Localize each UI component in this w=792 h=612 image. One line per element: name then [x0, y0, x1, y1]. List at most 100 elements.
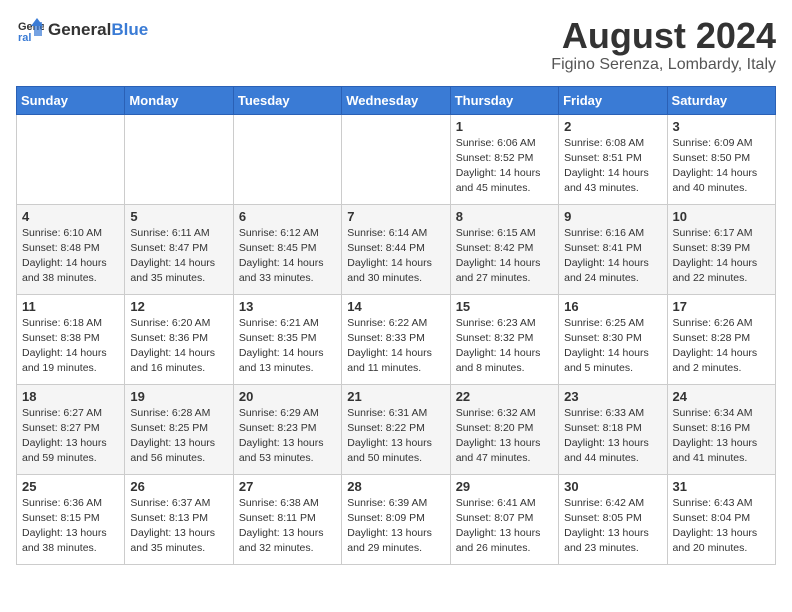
day-number: 21 — [347, 389, 444, 404]
calendar-cell: 9 Sunrise: 6:16 AM Sunset: 8:41 PM Daylig… — [559, 204, 667, 294]
day-number: 1 — [456, 119, 553, 134]
day-info: Sunrise: 6:42 AM Sunset: 8:05 PM Dayligh… — [564, 496, 661, 557]
day-number: 17 — [673, 299, 770, 314]
day-info: Sunrise: 6:18 AM Sunset: 8:38 PM Dayligh… — [22, 316, 119, 377]
calendar-cell: 18Sunrise: 6:27 AM Sunset: 8:27 PM Dayli… — [17, 384, 125, 474]
day-number: 24 — [673, 389, 770, 404]
calendar-cell: 17 Sunrise: 6:26 AM Sunset: 8:28 PM Dayli… — [667, 294, 775, 384]
weekday-header-wednesday: Wednesday — [342, 86, 450, 114]
calendar-cell: 11 Sunrise: 6:18 AM Sunset: 8:38 PM Dayli… — [17, 294, 125, 384]
calendar-cell: 31 Sunrise: 6:43 AM Sunset: 8:04 PM Dayli… — [667, 474, 775, 564]
logo-blue-text: Blue — [111, 20, 148, 39]
day-info: Sunrise: 6:32 AM Sunset: 8:20 PM Dayligh… — [456, 406, 553, 467]
calendar-table: SundayMondayTuesdayWednesdayThursdayFrid… — [16, 86, 776, 565]
day-number: 6 — [239, 209, 336, 224]
calendar-cell: 22Sunrise: 6:32 AM Sunset: 8:20 PM Dayli… — [450, 384, 558, 474]
calendar-cell: 30 Sunrise: 6:42 AM Sunset: 8:05 PM Dayli… — [559, 474, 667, 564]
calendar-cell: 27 Sunrise: 6:38 AM Sunset: 8:11 PM Dayli… — [233, 474, 341, 564]
calendar-cell — [342, 114, 450, 204]
day-info: Sunrise: 6:29 AM Sunset: 8:23 PM Dayligh… — [239, 406, 336, 467]
day-info: Sunrise: 6:33 AM Sunset: 8:18 PM Dayligh… — [564, 406, 661, 467]
day-info: Sunrise: 6:34 AM Sunset: 8:16 PM Dayligh… — [673, 406, 770, 467]
calendar-cell: 20 Sunrise: 6:29 AM Sunset: 8:23 PM Dayli… — [233, 384, 341, 474]
day-info: Sunrise: 6:31 AM Sunset: 8:22 PM Dayligh… — [347, 406, 444, 467]
day-number: 2 — [564, 119, 661, 134]
day-info: Sunrise: 6:23 AM Sunset: 8:32 PM Dayligh… — [456, 316, 553, 377]
weekday-header-thursday: Thursday — [450, 86, 558, 114]
calendar-cell: 7Sunrise: 6:14 AM Sunset: 8:44 PM Daylig… — [342, 204, 450, 294]
day-number: 12 — [130, 299, 227, 314]
day-number: 14 — [347, 299, 444, 314]
calendar-cell: 6Sunrise: 6:12 AM Sunset: 8:45 PM Daylig… — [233, 204, 341, 294]
day-info: Sunrise: 6:08 AM Sunset: 8:51 PM Dayligh… — [564, 136, 661, 197]
calendar-cell: 5 Sunrise: 6:11 AM Sunset: 8:47 PM Daylig… — [125, 204, 233, 294]
calendar-cell: 28 Sunrise: 6:39 AM Sunset: 8:09 PM Dayli… — [342, 474, 450, 564]
calendar-cell — [125, 114, 233, 204]
day-info: Sunrise: 6:09 AM Sunset: 8:50 PM Dayligh… — [673, 136, 770, 197]
calendar-cell: 16Sunrise: 6:25 AM Sunset: 8:30 PM Dayli… — [559, 294, 667, 384]
weekday-header-tuesday: Tuesday — [233, 86, 341, 114]
day-info: Sunrise: 6:21 AM Sunset: 8:35 PM Dayligh… — [239, 316, 336, 377]
day-number: 8 — [456, 209, 553, 224]
calendar-cell: 14Sunrise: 6:22 AM Sunset: 8:33 PM Dayli… — [342, 294, 450, 384]
weekday-header-saturday: Saturday — [667, 86, 775, 114]
day-info: Sunrise: 6:16 AM Sunset: 8:41 PM Dayligh… — [564, 226, 661, 287]
day-number: 20 — [239, 389, 336, 404]
day-number: 31 — [673, 479, 770, 494]
calendar-cell — [17, 114, 125, 204]
location-title: Figino Serenza, Lombardy, Italy — [551, 56, 776, 74]
day-info: Sunrise: 6:17 AM Sunset: 8:39 PM Dayligh… — [673, 226, 770, 287]
day-number: 11 — [22, 299, 119, 314]
day-info: Sunrise: 6:20 AM Sunset: 8:36 PM Dayligh… — [130, 316, 227, 377]
day-number: 10 — [673, 209, 770, 224]
day-info: Sunrise: 6:14 AM Sunset: 8:44 PM Dayligh… — [347, 226, 444, 287]
calendar-cell — [233, 114, 341, 204]
day-number: 3 — [673, 119, 770, 134]
day-number: 28 — [347, 479, 444, 494]
day-info: Sunrise: 6:11 AM Sunset: 8:47 PM Dayligh… — [130, 226, 227, 287]
day-info: Sunrise: 6:39 AM Sunset: 8:09 PM Dayligh… — [347, 496, 444, 557]
logo-general-text: General — [48, 20, 111, 39]
day-number: 30 — [564, 479, 661, 494]
day-info: Sunrise: 6:38 AM Sunset: 8:11 PM Dayligh… — [239, 496, 336, 557]
calendar-cell: 21 Sunrise: 6:31 AM Sunset: 8:22 PM Dayli… — [342, 384, 450, 474]
month-title: August 2024 — [551, 16, 776, 56]
day-info: Sunrise: 6:43 AM Sunset: 8:04 PM Dayligh… — [673, 496, 770, 557]
calendar-cell: 23Sunrise: 6:33 AM Sunset: 8:18 PM Dayli… — [559, 384, 667, 474]
calendar-cell: 13 Sunrise: 6:21 AM Sunset: 8:35 PM Dayli… — [233, 294, 341, 384]
calendar-cell: 10 Sunrise: 6:17 AM Sunset: 8:39 PM Dayli… — [667, 204, 775, 294]
day-number: 9 — [564, 209, 661, 224]
day-number: 25 — [22, 479, 119, 494]
calendar-cell: 24 Sunrise: 6:34 AM Sunset: 8:16 PM Dayli… — [667, 384, 775, 474]
day-number: 19 — [130, 389, 227, 404]
calendar-cell: 25 Sunrise: 6:36 AM Sunset: 8:15 PM Dayli… — [17, 474, 125, 564]
calendar-cell: 12 Sunrise: 6:20 AM Sunset: 8:36 PM Dayli… — [125, 294, 233, 384]
weekday-header-sunday: Sunday — [17, 86, 125, 114]
day-info: Sunrise: 6:25 AM Sunset: 8:30 PM Dayligh… — [564, 316, 661, 377]
calendar-cell: 2 Sunrise: 6:08 AM Sunset: 8:51 PM Daylig… — [559, 114, 667, 204]
day-info: Sunrise: 6:15 AM Sunset: 8:42 PM Dayligh… — [456, 226, 553, 287]
logo-icon: Gene ral — [16, 16, 44, 44]
title-area: August 2024 Figino Serenza, Lombardy, It… — [551, 16, 776, 74]
calendar-cell: 4 Sunrise: 6:10 AM Sunset: 8:48 PM Daylig… — [17, 204, 125, 294]
day-info: Sunrise: 6:27 AM Sunset: 8:27 PM Dayligh… — [22, 406, 119, 467]
day-number: 13 — [239, 299, 336, 314]
day-info: Sunrise: 6:26 AM Sunset: 8:28 PM Dayligh… — [673, 316, 770, 377]
day-number: 26 — [130, 479, 227, 494]
day-info: Sunrise: 6:36 AM Sunset: 8:15 PM Dayligh… — [22, 496, 119, 557]
calendar-cell: 3 Sunrise: 6:09 AM Sunset: 8:50 PM Daylig… — [667, 114, 775, 204]
day-number: 5 — [130, 209, 227, 224]
day-info: Sunrise: 6:06 AM Sunset: 8:52 PM Dayligh… — [456, 136, 553, 197]
day-number: 27 — [239, 479, 336, 494]
weekday-header-monday: Monday — [125, 86, 233, 114]
day-info: Sunrise: 6:10 AM Sunset: 8:48 PM Dayligh… — [22, 226, 119, 287]
day-number: 4 — [22, 209, 119, 224]
logo: Gene ral GeneralBlue — [16, 16, 148, 44]
calendar-cell: 29Sunrise: 6:41 AM Sunset: 8:07 PM Dayli… — [450, 474, 558, 564]
calendar-cell: 19Sunrise: 6:28 AM Sunset: 8:25 PM Dayli… — [125, 384, 233, 474]
calendar-cell: 1 Sunrise: 6:06 AM Sunset: 8:52 PM Daylig… — [450, 114, 558, 204]
day-number: 15 — [456, 299, 553, 314]
day-number: 29 — [456, 479, 553, 494]
svg-text:ral: ral — [18, 32, 31, 44]
day-info: Sunrise: 6:37 AM Sunset: 8:13 PM Dayligh… — [130, 496, 227, 557]
